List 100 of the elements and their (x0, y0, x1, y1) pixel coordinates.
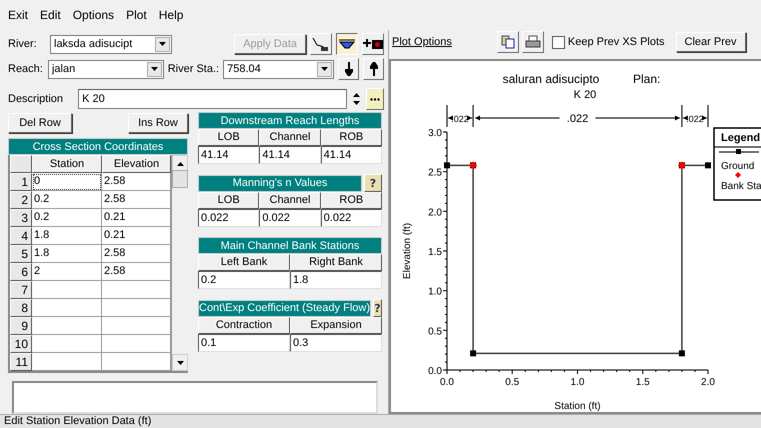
y-tick-label: 2.0 (428, 206, 442, 218)
reach-dropdown[interactable]: jalan (48, 60, 164, 78)
spin-up-icon[interactable] (353, 93, 360, 97)
menu-item[interactable]: Exit (8, 8, 28, 22)
row-number: 4 (10, 227, 32, 245)
group-title: Manning's n Values (198, 174, 362, 192)
x-tick-label: 0.5 (505, 376, 520, 388)
delete-row-button[interactable]: Del Row (8, 113, 72, 133)
column-header: LOB (198, 129, 260, 146)
table-cell[interactable] (32, 317, 102, 335)
value-field[interactable]: 41.14 (198, 146, 260, 164)
clear-prev-button[interactable]: Clear Prev (676, 32, 746, 52)
table-cell[interactable]: 2.58 (102, 191, 171, 209)
table-cell[interactable]: 2.58 (102, 245, 171, 263)
keep-prev-checkbox[interactable] (552, 36, 565, 49)
table-cell[interactable] (102, 353, 171, 371)
description-field[interactable]: K 20 (78, 89, 347, 109)
row-number: 9 (10, 317, 32, 335)
dropdown-arrow-icon[interactable] (150, 67, 158, 71)
row-number: 8 (10, 299, 32, 317)
table-cell[interactable]: 0 (32, 173, 102, 191)
column-header: Channel (259, 192, 321, 209)
scroll-up-icon[interactable] (176, 162, 184, 166)
column-header: ROB (320, 192, 382, 209)
table-cell[interactable] (32, 335, 102, 353)
table-cell[interactable]: 0.2 (32, 191, 102, 209)
river-station-dropdown[interactable]: 758.04 (223, 60, 334, 78)
ground-point (444, 162, 450, 168)
table-cell[interactable] (102, 335, 171, 353)
up-arrow-icon (370, 62, 378, 76)
table-cell[interactable]: 0.2 (32, 209, 102, 227)
reach-label: Reach: (8, 63, 44, 75)
value-field[interactable]: 0.1 (198, 334, 290, 352)
y-tick-label: 1.0 (428, 286, 442, 298)
insert-row-button[interactable]: Ins Row (128, 113, 188, 133)
value-field[interactable]: 0.022 (320, 209, 382, 227)
toolbar-button[interactable] (336, 33, 358, 55)
y-tick-label: 0.5 (428, 326, 442, 337)
more-button[interactable] (366, 88, 384, 110)
column-header: Right Bank (290, 254, 382, 271)
profile-tool-icon (312, 36, 330, 52)
ground-point (470, 350, 476, 356)
value-field[interactable]: 1.8 (290, 271, 382, 289)
column-header: Expansion (290, 317, 382, 334)
print-button[interactable] (522, 31, 544, 54)
scroll-down-button[interactable] (172, 354, 188, 371)
table-cell[interactable] (32, 299, 102, 317)
value-field[interactable]: 0.2 (198, 271, 290, 289)
menu-item[interactable]: Plot (126, 8, 147, 22)
menu-item[interactable]: Edit (40, 8, 61, 22)
cross-section-icon (338, 37, 356, 51)
y-tick-label: 0.0 (428, 366, 442, 377)
menu-item[interactable]: Options (72, 8, 114, 22)
row-number: 10 (10, 335, 32, 353)
x-tick-label: 1.5 (636, 376, 650, 388)
table-cell[interactable] (102, 299, 171, 317)
table-cell[interactable]: 1.8 (32, 245, 102, 263)
table-cell[interactable] (102, 281, 171, 299)
value-field[interactable]: 41.14 (259, 146, 321, 164)
value-field[interactable]: 0.3 (290, 334, 382, 352)
table-cell[interactable]: 2 (32, 263, 102, 281)
help-button[interactable]: ? (372, 299, 382, 317)
keep-prev-label: Keep Prev XS Plots (568, 36, 665, 48)
value-field[interactable]: 0.022 (198, 209, 260, 227)
scroll-thumb[interactable] (172, 170, 188, 188)
row-number: 1 (10, 173, 32, 191)
value-field[interactable]: 41.14 (320, 146, 382, 164)
table-cell[interactable] (32, 353, 102, 371)
row-number: 2 (10, 191, 32, 209)
spin-down-icon[interactable] (353, 101, 360, 105)
dropdown-arrow-icon[interactable] (159, 42, 166, 46)
table-cell[interactable]: 2.58 (102, 263, 171, 281)
table-cell[interactable]: 0.21 (102, 227, 171, 245)
column-header: Elevation (102, 155, 171, 173)
table-cell[interactable] (32, 281, 102, 299)
up-arrow-button[interactable] (363, 58, 384, 80)
x-axis-title: Station (ft) (554, 400, 601, 412)
y-tick-label: 3.0 (428, 128, 442, 139)
copy-button[interactable] (496, 31, 519, 54)
menu-item[interactable]: Help (158, 8, 184, 22)
add-camera-icon (363, 37, 383, 51)
down-arrow-button[interactable] (338, 58, 360, 80)
plan-label: Plan: (633, 72, 660, 86)
description-label: Description (8, 93, 64, 105)
column-header: ROB (320, 129, 382, 146)
table-cell[interactable]: 2.58 (102, 173, 171, 191)
help-button[interactable]: ? (364, 174, 382, 192)
table-cell[interactable]: 0.21 (102, 209, 171, 227)
row-number: 11 (10, 353, 32, 371)
table-cell[interactable] (102, 317, 171, 335)
legend-label: Ground (721, 160, 754, 172)
river-dropdown[interactable]: laksda adisucipt (50, 34, 172, 54)
x-tick-label: 1.0 (570, 376, 584, 388)
scroll-down-icon[interactable] (176, 360, 184, 364)
dropdown-arrow-icon[interactable] (321, 67, 328, 71)
n-boundary-line (446, 104, 448, 128)
table-cell[interactable]: 1.8 (32, 227, 102, 245)
value-field[interactable]: 0.022 (259, 209, 321, 227)
column-header: Contraction (198, 317, 290, 334)
plot-options-link[interactable]: Plot Options (392, 36, 452, 48)
